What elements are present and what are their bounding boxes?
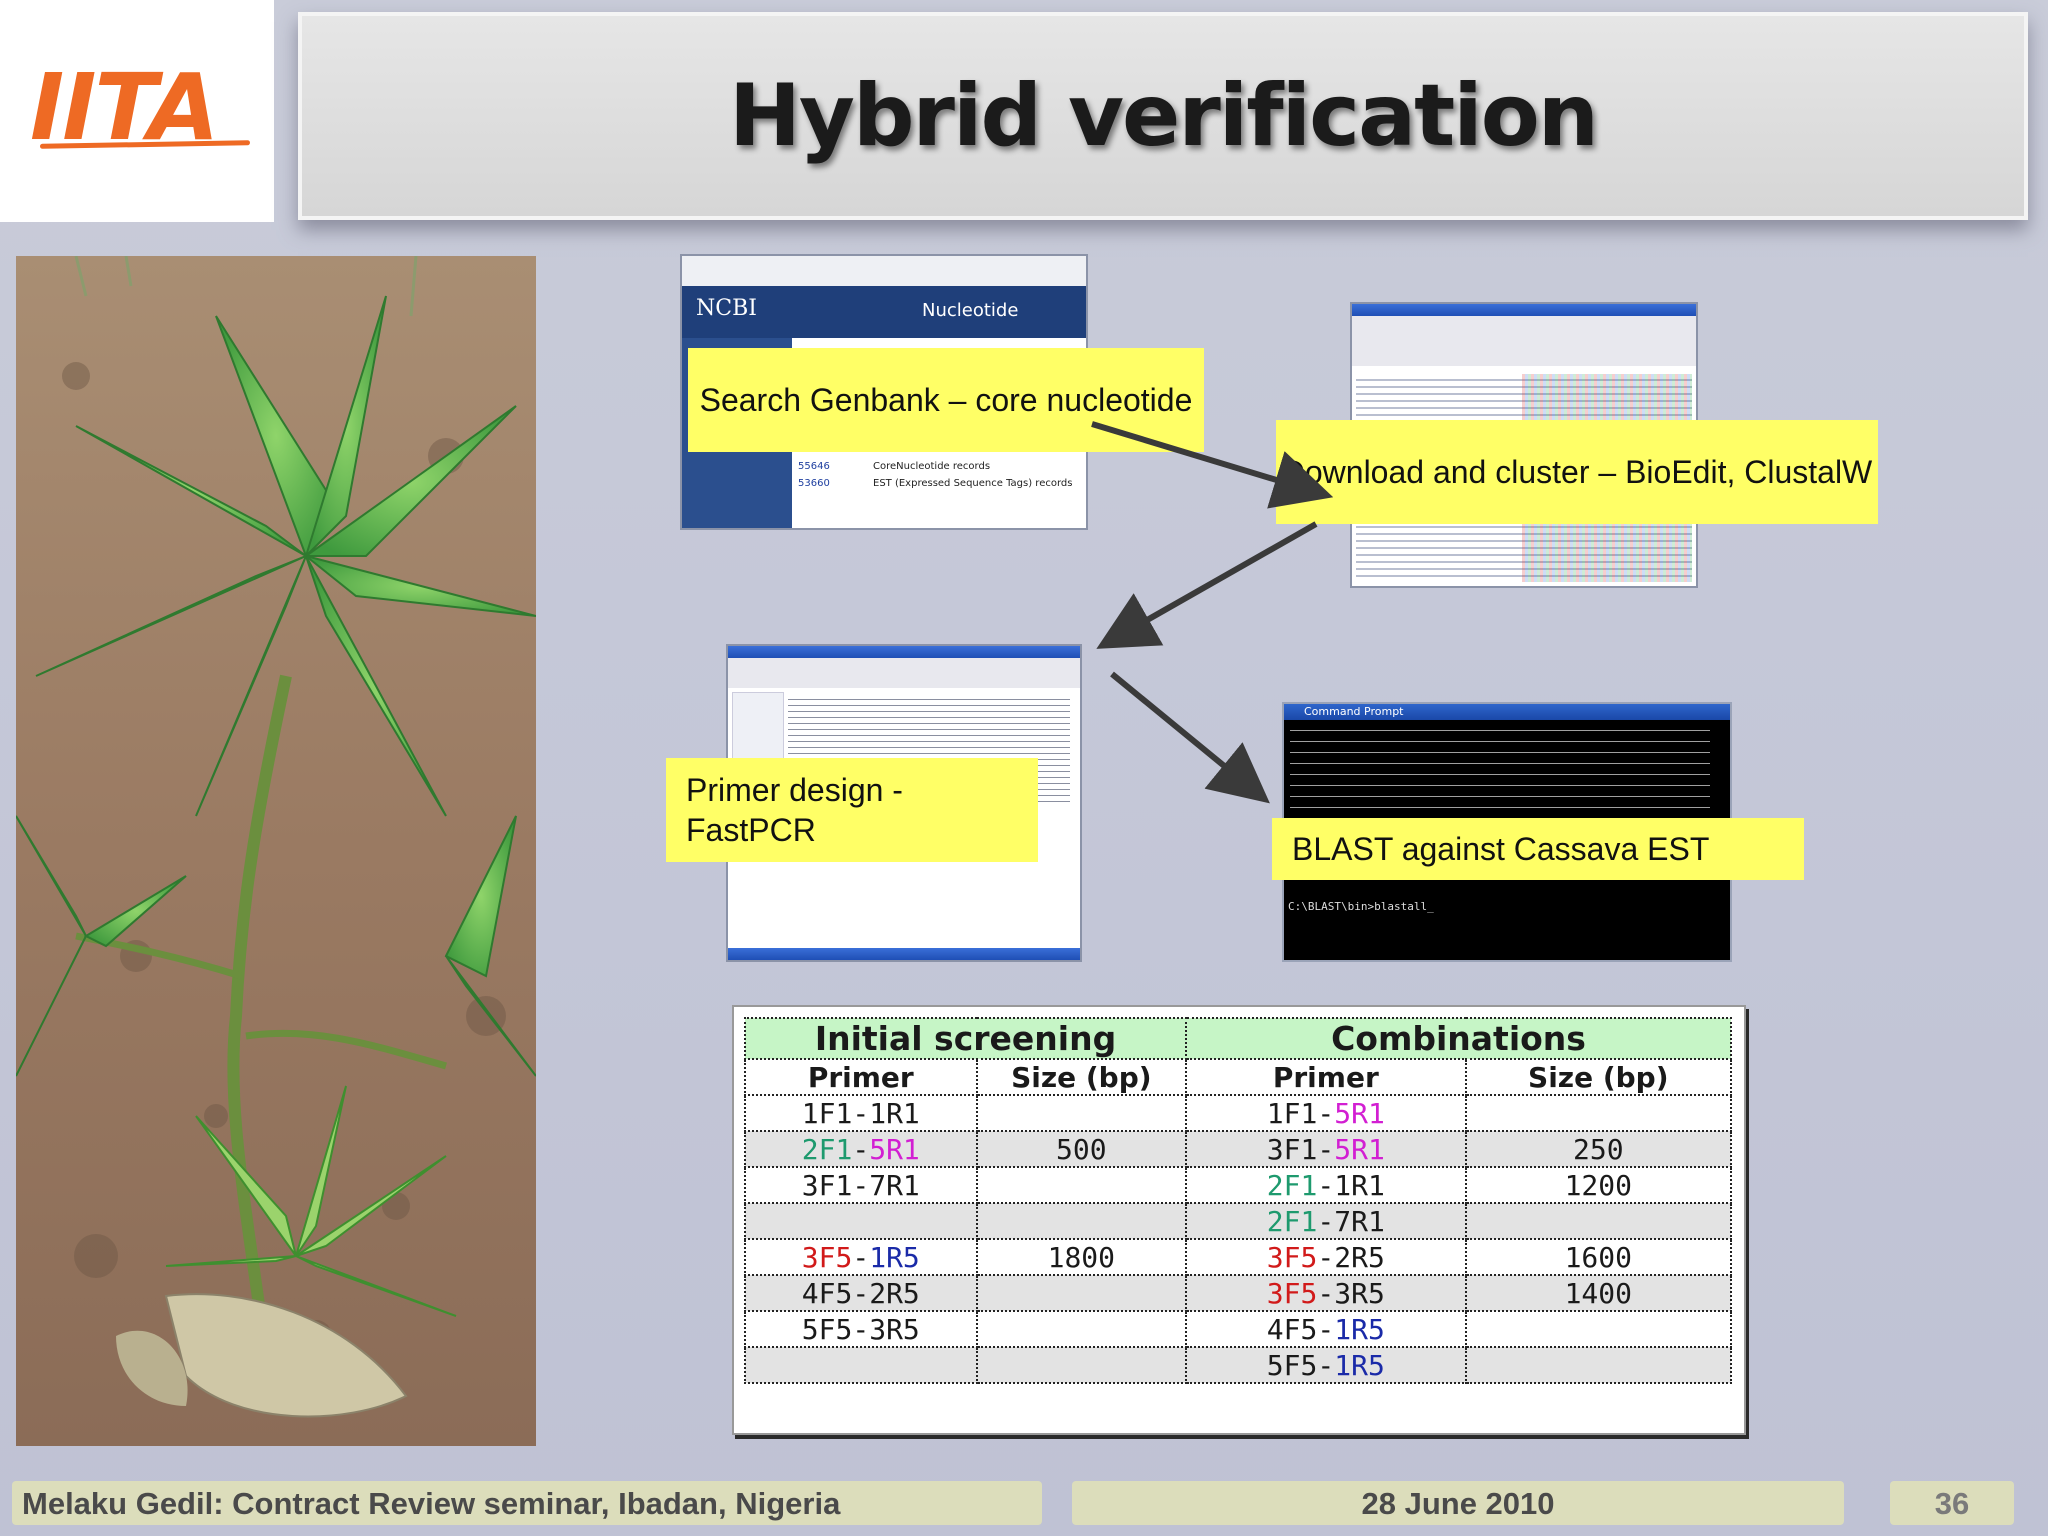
primer-cell: 3F1-5R1	[1185, 1130, 1467, 1168]
primer-segment: 2F1	[1266, 1168, 1318, 1202]
primer-segment: 3F1-	[1266, 1132, 1335, 1166]
size-cell	[975, 1094, 1188, 1132]
primer-segment: 4F5-2R5	[801, 1276, 920, 1310]
size-cell: 500	[975, 1130, 1188, 1168]
primer-segment: -	[852, 1132, 870, 1166]
primer-segment: 5R1	[869, 1132, 920, 1166]
primer-segment: 1F1-1R1	[801, 1096, 920, 1130]
size-cell	[1464, 1310, 1733, 1348]
primer-cell: 3F5-1R5	[744, 1238, 978, 1276]
footer-presenter: Melaku Gedil: Contract Review seminar, I…	[22, 1486, 841, 1521]
arrow-primer-to-blast	[1110, 671, 1270, 804]
size-cell: 1400	[1464, 1274, 1733, 1312]
primer-segment: 2F1	[801, 1132, 853, 1166]
primer-segment: 5F5-	[1266, 1348, 1335, 1382]
size-cell: 250	[1464, 1130, 1733, 1168]
primer-cell: 3F1-7R1	[744, 1166, 978, 1204]
primer-cell: 2F1-5R1	[744, 1130, 978, 1168]
primer-segment: 3F5	[1266, 1240, 1318, 1274]
table-row: 4F5-2R5 3F5-3R5 1400	[744, 1274, 1733, 1312]
arrow-search-to-download	[1091, 421, 1334, 509]
primer-segment: 3F1-7R1	[801, 1168, 920, 1202]
primer-segment: 5F5-3R5	[801, 1312, 920, 1346]
table-row: 2F1-7R1	[744, 1202, 1733, 1240]
table-row: 1F1-1R1 1F1-5R1	[744, 1094, 1733, 1132]
size-cell	[975, 1274, 1188, 1312]
primer-cell	[744, 1202, 978, 1240]
size-cell	[975, 1202, 1188, 1240]
primer-segment: 1R5	[1334, 1312, 1385, 1346]
primer-cell: 3F5-3R5	[1185, 1274, 1467, 1312]
primer-segment: 1R5	[869, 1240, 920, 1274]
primer-cell: 1F1-1R1	[744, 1094, 978, 1132]
primer-cell: 4F5-2R5	[744, 1274, 978, 1312]
table-body: 1F1-1R1 1F1-5R1 2F1-5R1 500 3F1-5R1 250 3F1-7R…	[744, 1094, 1733, 1384]
group-initial-screening: Initial screening	[743, 1017, 1188, 1060]
col-size-combination: Size (bp)	[1464, 1058, 1733, 1096]
primer-cell: 1F1-5R1	[1185, 1094, 1467, 1132]
primer-segment: 5R1	[1334, 1132, 1385, 1166]
table-row: 5F5-3R5 4F5-1R5	[744, 1310, 1733, 1348]
size-cell: 1200	[1464, 1166, 1733, 1204]
primer-cell: 5F5-1R5	[1185, 1346, 1467, 1384]
size-cell	[975, 1166, 1188, 1204]
size-cell	[1464, 1094, 1733, 1132]
size-cell: 1600	[1464, 1238, 1733, 1276]
primer-segment: 1R5	[1334, 1348, 1385, 1382]
primer-segment: 4F5-	[1266, 1312, 1335, 1346]
primer-segment: -1R1	[1317, 1168, 1385, 1202]
size-cell	[1464, 1346, 1733, 1384]
primer-segment: 3F5	[801, 1240, 853, 1274]
primer-cell: 4F5-1R5	[1185, 1310, 1467, 1348]
primer-cell	[744, 1346, 978, 1384]
primer-segment: 3F5	[1266, 1276, 1318, 1310]
size-cell	[975, 1310, 1188, 1348]
col-primer-initial: Primer	[744, 1058, 978, 1096]
primer-segment: -2R5	[1317, 1240, 1385, 1274]
size-cell: 1800	[975, 1238, 1188, 1276]
col-size-initial: Size (bp)	[975, 1058, 1188, 1096]
primer-segment: -3R5	[1317, 1276, 1385, 1310]
primer-segment: -	[852, 1240, 870, 1274]
primer-cell: 2F1-7R1	[1185, 1202, 1467, 1240]
slide-number: 36	[1934, 1486, 1970, 1521]
arrow-download-to-primer	[1096, 521, 1318, 649]
table-row: 2F1-5R1 500 3F1-5R1 250	[744, 1130, 1733, 1168]
footer-date: 28 June 2010	[1361, 1486, 1555, 1521]
primer-cell: 2F1-1R1	[1185, 1166, 1467, 1204]
size-cell	[975, 1346, 1188, 1384]
primer-segment: 1F1-	[1266, 1096, 1335, 1130]
primer-cell: 5F5-3R5	[744, 1310, 978, 1348]
table-row: 3F1-7R1 2F1-1R1 1200	[744, 1166, 1733, 1204]
group-combinations: Combinations	[1185, 1017, 1732, 1060]
primer-segment: -7R1	[1317, 1204, 1385, 1238]
primer-segment: 5R1	[1334, 1096, 1385, 1130]
primer-segment: 2F1	[1266, 1204, 1318, 1238]
primer-table: Initial screening Combinations Primer Si…	[743, 1017, 1733, 1384]
table-row: 5F5-1R5	[744, 1346, 1733, 1384]
table-row: 3F5-1R5 1800 3F5-2R5 1600	[744, 1238, 1733, 1276]
col-primer-combination: Primer	[1185, 1058, 1467, 1096]
primer-cell: 3F5-2R5	[1185, 1238, 1467, 1276]
size-cell	[1464, 1202, 1733, 1240]
primer-screening-table: Initial screening Combinations Primer Si…	[732, 1005, 1746, 1435]
